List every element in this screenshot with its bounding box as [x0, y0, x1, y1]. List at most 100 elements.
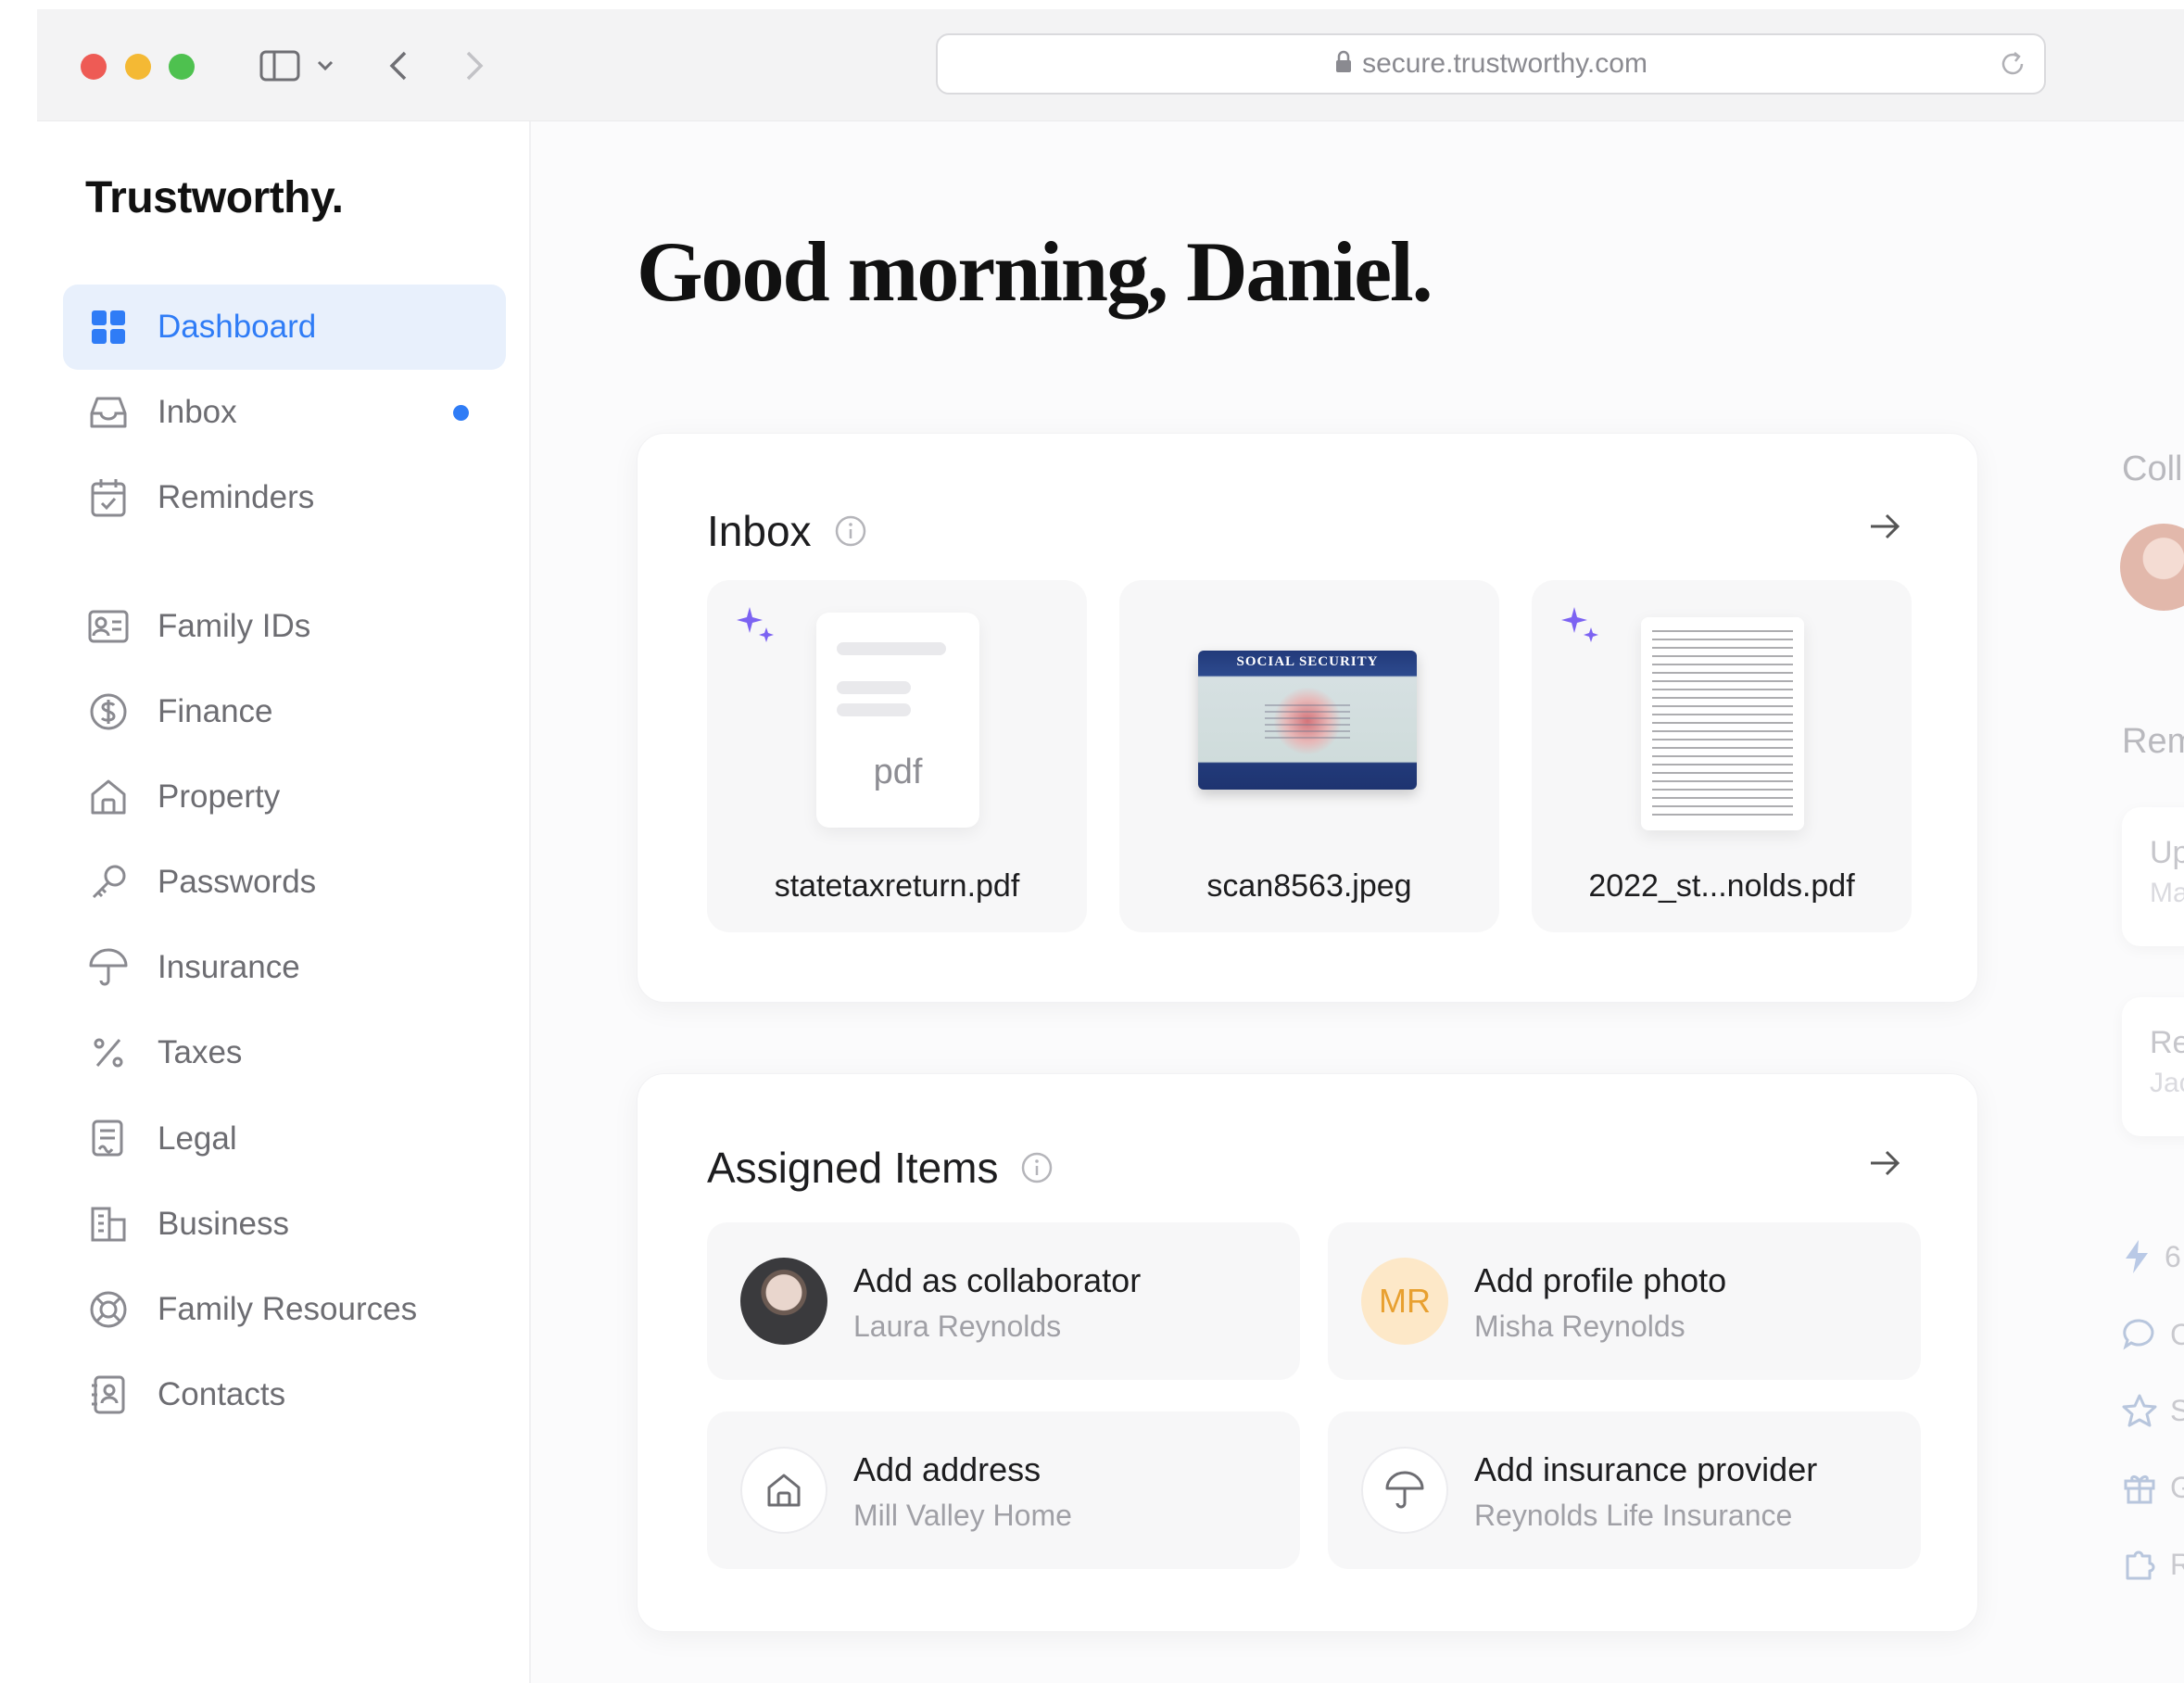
- right-link[interactable]: R: [2122, 1547, 2184, 1582]
- reminders-heading: Remi: [2122, 722, 2184, 761]
- assigned-card-title: Assigned Items: [707, 1144, 999, 1192]
- brand-logo[interactable]: Trustworthy.: [85, 172, 344, 223]
- close-window-button[interactable]: [81, 54, 107, 80]
- inbox-card: Inbox pdf statetaxreturn.pdf SOCIAL SECU…: [637, 433, 1978, 1003]
- right-panel: Colla Remi Up Ma Rei Jac 6 C S G R: [2094, 121, 2184, 1683]
- document-signature-icon: [87, 1118, 130, 1160]
- collaborator-avatar[interactable]: [2120, 524, 2184, 611]
- sidebar-item-label: Family Resources: [158, 1291, 418, 1327]
- assigned-item[interactable]: MR Add profile photo Misha Reynolds: [1328, 1222, 1921, 1380]
- assigned-item-title: Add address: [853, 1450, 1042, 1488]
- chevron-down-icon[interactable]: [311, 44, 339, 87]
- lightning-stat: 6: [2122, 1238, 2181, 1275]
- reminder-card[interactable]: Up Ma: [2122, 807, 2184, 946]
- contact-book-icon: [87, 1373, 130, 1416]
- inbox-icon: [87, 391, 130, 434]
- browser-window: secure.trustworthy.com Trustworthy. Dash…: [37, 9, 2184, 1683]
- assigned-open-arrow-icon[interactable]: [1866, 1145, 1903, 1182]
- sidebar: Trustworthy. Dashboard Inbox Reminders F…: [37, 121, 531, 1683]
- sidebar-item-inbox[interactable]: Inbox: [63, 370, 506, 455]
- sidebar-item-family-resources[interactable]: Family Resources: [63, 1267, 506, 1352]
- avatar: [740, 1258, 827, 1345]
- assigned-item-title: Add as collaborator: [853, 1261, 1142, 1299]
- sparkle-icon: [733, 603, 777, 648]
- sidebar-item-family-ids[interactable]: Family IDs: [63, 584, 506, 669]
- sidebar-item-business[interactable]: Business: [63, 1182, 506, 1267]
- assigned-item[interactable]: Add insurance provider Reynolds Life Ins…: [1328, 1411, 1921, 1569]
- right-link[interactable]: S: [2122, 1393, 2184, 1428]
- sidebar-item-label: Passwords: [158, 864, 317, 900]
- right-link[interactable]: C: [2122, 1317, 2184, 1352]
- file-tile[interactable]: pdf statetaxreturn.pdf: [707, 580, 1087, 932]
- lock-icon: [1334, 50, 1353, 79]
- chat-bubble-icon: [2123, 1319, 2154, 1350]
- sidebar-item-label: Finance: [158, 693, 273, 729]
- reload-icon[interactable]: [1998, 49, 2027, 83]
- key-icon: [87, 861, 130, 904]
- pdf-thumbnail: pdf: [816, 613, 979, 828]
- sidebar-item-contacts[interactable]: Contacts: [63, 1352, 506, 1437]
- reminder-title: Up: [2150, 835, 2184, 870]
- info-icon[interactable]: [1020, 1151, 1054, 1184]
- sidebar-item-dashboard[interactable]: Dashboard: [63, 285, 506, 370]
- assigned-card-header: Assigned Items: [707, 1143, 1054, 1193]
- sidebar-toggle-icon[interactable]: [256, 44, 304, 87]
- link-label: S: [2170, 1393, 2184, 1427]
- address-bar[interactable]: secure.trustworthy.com: [936, 33, 2046, 95]
- file-name: scan8563.jpeg: [1206, 868, 1412, 904]
- sidebar-item-passwords[interactable]: Passwords: [63, 840, 506, 925]
- assigned-item-subtitle: Reynolds Life Insurance: [1474, 1499, 1793, 1532]
- sidebar-item-property[interactable]: Property: [63, 754, 506, 840]
- browser-toolbar: secure.trustworthy.com: [37, 9, 2184, 121]
- file-name: statetaxreturn.pdf: [774, 868, 1020, 904]
- page-title: Good morning, Daniel.: [637, 224, 1433, 319]
- ssc-card-heading: SOCIAL SECURITY: [1236, 654, 1379, 669]
- sidebar-item-label: Dashboard: [158, 309, 317, 345]
- gift-icon: [2124, 1474, 2155, 1504]
- id-card-icon: [87, 605, 130, 648]
- lightning-icon: [2126, 1240, 2148, 1273]
- back-icon[interactable]: [380, 44, 417, 87]
- inbox-card-header: Inbox: [707, 506, 867, 556]
- sidebar-item-legal[interactable]: Legal: [63, 1096, 506, 1182]
- star-icon: [2122, 1394, 2157, 1427]
- percent-icon: [87, 1031, 130, 1074]
- sidebar-item-taxes[interactable]: Taxes: [63, 1010, 506, 1095]
- avatar-initials: MR: [1361, 1258, 1448, 1345]
- sparkle-icon: [1558, 603, 1602, 648]
- pdf-label: pdf: [873, 753, 923, 791]
- reminder-subtitle: Jac: [2150, 1068, 2184, 1098]
- reminder-card[interactable]: Rei Jac: [2122, 997, 2184, 1136]
- sidebar-item-label: Reminders: [158, 479, 315, 515]
- sidebar-item-label: Business: [158, 1206, 290, 1242]
- assigned-item-title: Add profile photo: [1474, 1261, 1727, 1299]
- file-tile[interactable]: 2022_st...nolds.pdf: [1532, 580, 1912, 932]
- sidebar-item-label: Inbox: [158, 394, 237, 430]
- url-text: secure.trustworthy.com: [1362, 48, 1647, 79]
- sidebar-item-reminders[interactable]: Reminders: [63, 455, 506, 540]
- inbox-card-title: Inbox: [707, 507, 812, 555]
- sidebar-item-label: Legal: [158, 1120, 237, 1157]
- assigned-item-subtitle: Laura Reynolds: [853, 1310, 1062, 1343]
- right-link[interactable]: G: [2122, 1470, 2184, 1505]
- building-icon: [87, 1203, 130, 1246]
- sidebar-item-finance[interactable]: Finance: [63, 669, 506, 754]
- minimize-window-button[interactable]: [125, 54, 151, 80]
- file-tile[interactable]: SOCIAL SECURITY scan8563.jpeg: [1119, 580, 1499, 932]
- reminder-title: Rei: [2150, 1025, 2184, 1060]
- puzzle-icon: [2126, 1550, 2155, 1580]
- forward-icon[interactable]: [456, 44, 493, 87]
- inbox-open-arrow-icon[interactable]: [1866, 508, 1903, 545]
- sidebar-item-label: Family IDs: [158, 608, 311, 644]
- social-security-card-thumbnail: SOCIAL SECURITY: [1198, 651, 1417, 790]
- assigned-item[interactable]: Add as collaborator Laura Reynolds: [707, 1222, 1300, 1380]
- sidebar-item-label: Contacts: [158, 1376, 286, 1412]
- lifebuoy-icon: [87, 1288, 130, 1331]
- zoom-window-button[interactable]: [169, 54, 195, 80]
- sidebar-item-label: Property: [158, 778, 281, 815]
- assigned-item[interactable]: Add address Mill Valley Home: [707, 1411, 1300, 1569]
- info-icon[interactable]: [834, 514, 867, 548]
- house-icon: [740, 1447, 827, 1534]
- sidebar-item-insurance[interactable]: Insurance: [63, 925, 506, 1010]
- file-name: 2022_st...nolds.pdf: [1588, 868, 1855, 904]
